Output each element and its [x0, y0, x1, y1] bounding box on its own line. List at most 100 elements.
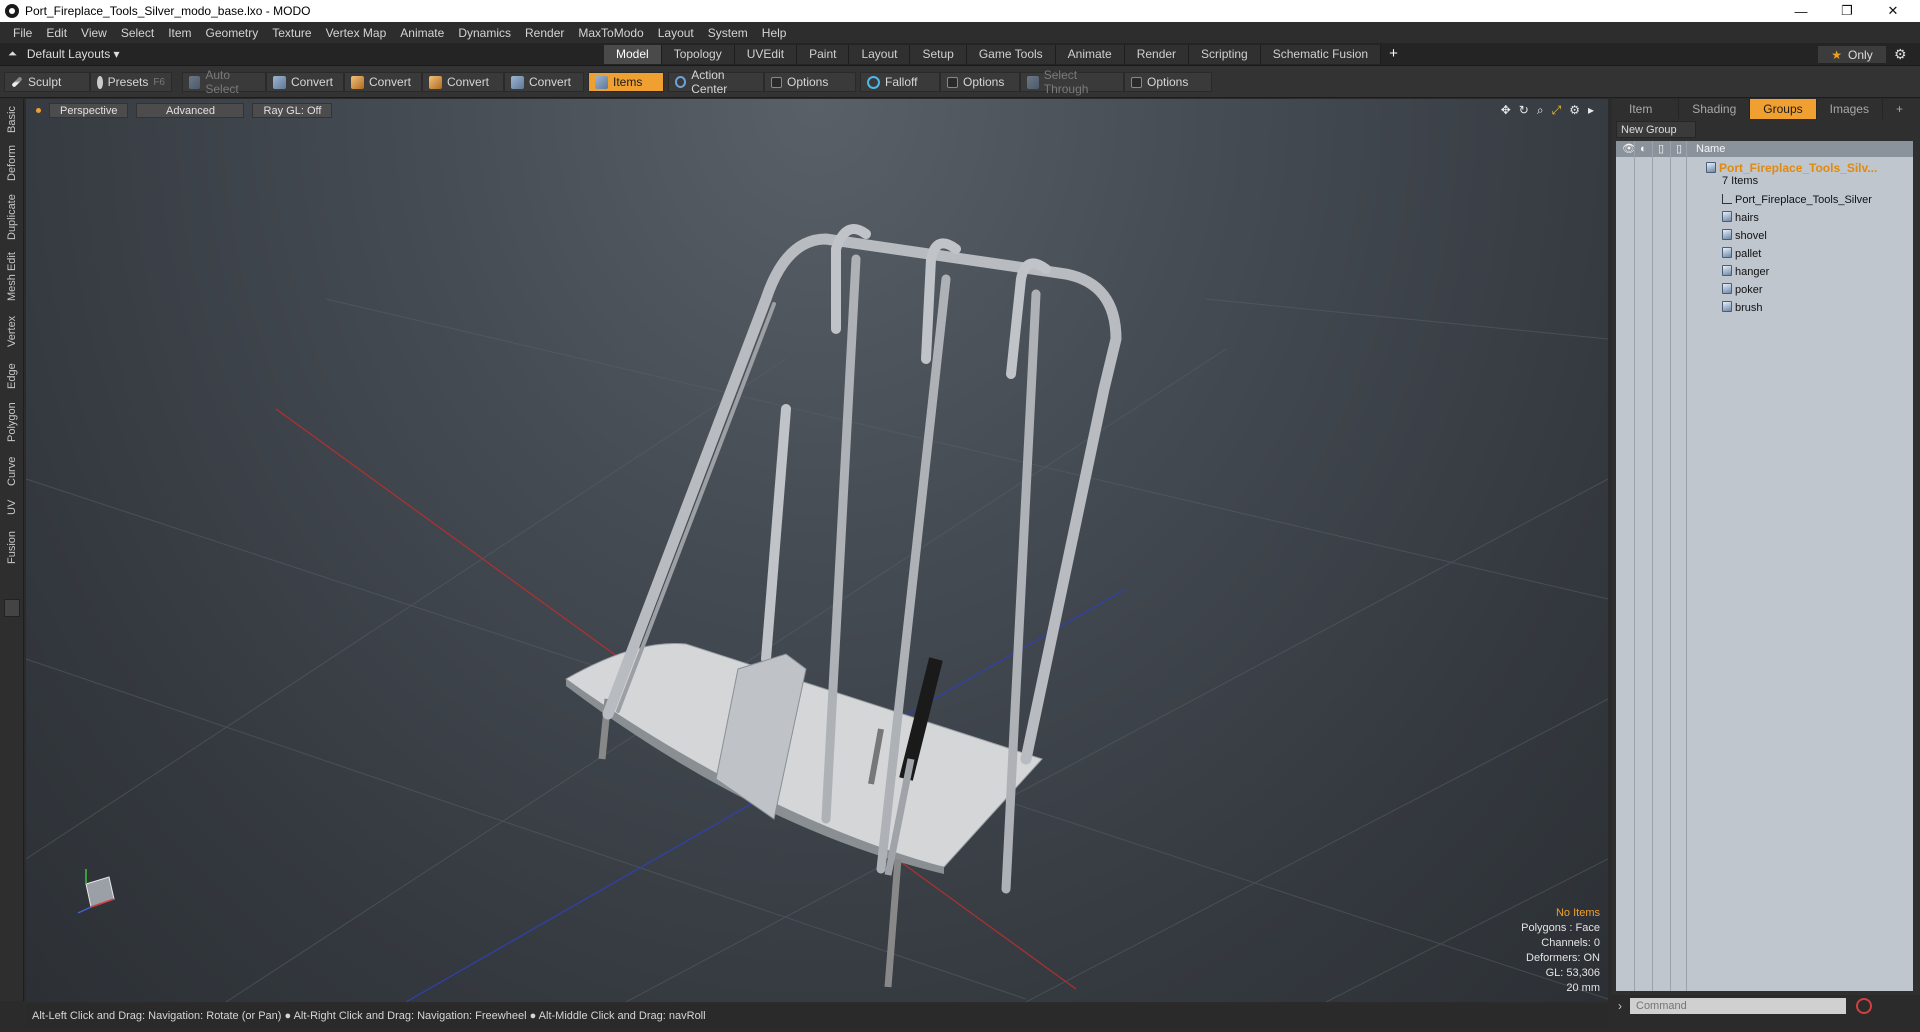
tab-schematic-fusion[interactable]: Schematic Fusion: [1260, 45, 1382, 64]
gear-icon[interactable]: ⚙: [1894, 46, 1907, 63]
tab-item-list[interactable]: Item List: [1616, 99, 1680, 136]
vtab-duplicate[interactable]: Duplicate: [3, 191, 21, 243]
command-stop-icon[interactable]: [1856, 998, 1872, 1014]
action-center-button[interactable]: Action Center: [668, 68, 764, 96]
vtab-uv[interactable]: UV: [3, 495, 21, 519]
menu-edit[interactable]: Edit: [39, 26, 74, 40]
tab-images[interactable]: Images: [1817, 99, 1883, 119]
select-through-button[interactable]: Select Through: [1020, 68, 1124, 96]
tab-uvedit[interactable]: UVEdit: [734, 45, 798, 64]
minimize-button[interactable]: —: [1778, 0, 1824, 22]
layout-bar: ⏶ Default Layouts ▾ Model Topology UVEdi…: [0, 43, 1920, 66]
vertex-cube-icon: [273, 75, 286, 89]
auto-select-button[interactable]: Auto Select: [182, 68, 266, 96]
menu-view[interactable]: View: [74, 26, 114, 40]
tab-game-tools[interactable]: Game Tools: [966, 45, 1056, 64]
tab-scripting[interactable]: Scripting: [1189, 45, 1261, 64]
list-item[interactable]: hairs: [1616, 209, 1913, 227]
tab-animate[interactable]: Animate: [1055, 45, 1125, 64]
convert-label: Convert: [529, 75, 572, 89]
convert-polygon-button[interactable]: Convert: [422, 72, 504, 92]
palette-expand-button[interactable]: [4, 599, 20, 617]
menu-item[interactable]: Item: [161, 26, 198, 40]
menu-texture[interactable]: Texture: [265, 26, 318, 40]
list-item[interactable]: pallet: [1616, 245, 1913, 263]
shading-dropdown[interactable]: Advanced: [136, 103, 245, 118]
convert-edge-button[interactable]: Convert: [344, 72, 422, 92]
vtab-basic[interactable]: Basic: [3, 103, 21, 137]
menu-bar: File Edit View Select Item Geometry Text…: [0, 22, 1920, 43]
falloff-options-button[interactable]: Options: [940, 72, 1020, 92]
list-item[interactable]: brush: [1616, 299, 1913, 317]
list-item[interactable]: hanger: [1616, 263, 1913, 281]
tab-shading[interactable]: Shading: [1679, 99, 1751, 119]
vtab-vertex[interactable]: Vertex: [3, 311, 21, 351]
edge-cube-icon: [351, 75, 364, 89]
menu-render[interactable]: Render: [518, 26, 571, 40]
sculpt-button[interactable]: Sculpt: [4, 72, 90, 92]
default-layouts-dropdown[interactable]: Default Layouts ▾: [27, 47, 120, 61]
action-center-options-button[interactable]: Options: [764, 72, 856, 92]
perspective-dropdown[interactable]: Perspective: [49, 103, 129, 118]
tab-layout[interactable]: Layout: [849, 45, 911, 64]
zoom-icon[interactable]: ⌕: [1537, 103, 1544, 118]
menu-layout[interactable]: Layout: [651, 26, 701, 40]
list-item[interactable]: shovel: [1616, 227, 1913, 245]
tab-groups[interactable]: Groups: [1750, 99, 1817, 119]
tab-render[interactable]: Render: [1124, 45, 1190, 64]
list-item[interactable]: poker: [1616, 281, 1913, 299]
menu-file[interactable]: File: [6, 26, 39, 40]
pan-icon[interactable]: ✥: [1501, 103, 1511, 118]
maximize-button[interactable]: ❐: [1824, 0, 1870, 22]
checkbox-icon: [1131, 76, 1142, 88]
vtab-edge[interactable]: Edge: [3, 359, 21, 393]
viewport-menu-dot[interactable]: [36, 108, 41, 113]
vtab-polygon[interactable]: Polygon: [3, 399, 21, 445]
menu-select[interactable]: Select: [114, 26, 161, 40]
polygon-cube-icon: [429, 75, 442, 89]
layout-arrow-icon[interactable]: ⏶: [8, 48, 17, 61]
groups-tree: 👁 ◐ ▯ ▯ Name Port_Fireplace_Tools_Silv..…: [1616, 141, 1913, 991]
list-item[interactable]: Port_Fireplace_Tools_Silver: [1616, 191, 1913, 209]
tree-header: 👁 ◐ ▯ ▯ Name: [1616, 141, 1913, 157]
presets-button[interactable]: Presets F6: [90, 72, 172, 92]
item-name: hairs: [1735, 212, 1759, 224]
items-mode-button[interactable]: Items: [588, 72, 664, 92]
command-input[interactable]: [1630, 998, 1846, 1014]
vtab-fusion[interactable]: Fusion: [3, 527, 21, 567]
menu-system[interactable]: System: [701, 26, 755, 40]
viewport-settings-icon[interactable]: ⚙: [1569, 103, 1580, 118]
3d-viewport[interactable]: Perspective Advanced Ray GL: Off ✥ ↻ ⌕ ⤢…: [26, 99, 1608, 1002]
items-label: Items: [613, 75, 643, 89]
close-button[interactable]: ✕: [1870, 0, 1916, 22]
raygl-toggle[interactable]: Ray GL: Off: [252, 103, 333, 118]
select-through-options-button[interactable]: Options: [1124, 72, 1212, 92]
command-history-icon[interactable]: ›: [1618, 999, 1622, 1013]
only-toggle-button[interactable]: ★ Only: [1818, 46, 1886, 63]
fit-icon[interactable]: ⤢: [1552, 103, 1562, 118]
tab-setup[interactable]: Setup: [910, 45, 967, 64]
falloff-button[interactable]: Falloff: [860, 72, 940, 92]
add-panel-tab-button[interactable]: +: [1883, 99, 1916, 119]
menu-vertex-map[interactable]: Vertex Map: [319, 26, 394, 40]
crosshair-icon: [675, 76, 687, 88]
selection-info: No Items: [1555, 907, 1600, 919]
menu-dynamics[interactable]: Dynamics: [451, 26, 518, 40]
viewport-expand-icon[interactable]: ▸: [1588, 103, 1594, 118]
tab-paint[interactable]: Paint: [797, 45, 850, 64]
menu-animate[interactable]: Animate: [393, 26, 451, 40]
vtab-curve[interactable]: Curve: [3, 453, 21, 489]
convert-material-button[interactable]: Convert: [504, 72, 584, 92]
convert-vertex-button[interactable]: Convert: [266, 72, 344, 92]
vtab-deform[interactable]: Deform: [3, 143, 21, 183]
menu-help[interactable]: Help: [755, 26, 794, 40]
vtab-mesh-edit[interactable]: Mesh Edit: [3, 251, 21, 303]
tab-model[interactable]: Model: [604, 45, 662, 64]
tab-topology[interactable]: Topology: [661, 45, 735, 64]
menu-maxtomodo[interactable]: MaxToModo: [571, 26, 650, 40]
add-tab-button[interactable]: +: [1381, 45, 1406, 64]
new-group-button[interactable]: New Group: [1616, 121, 1696, 138]
name-column-header[interactable]: Name: [1696, 141, 1725, 157]
menu-geometry[interactable]: Geometry: [199, 26, 266, 40]
rotate-icon[interactable]: ↻: [1519, 103, 1529, 118]
